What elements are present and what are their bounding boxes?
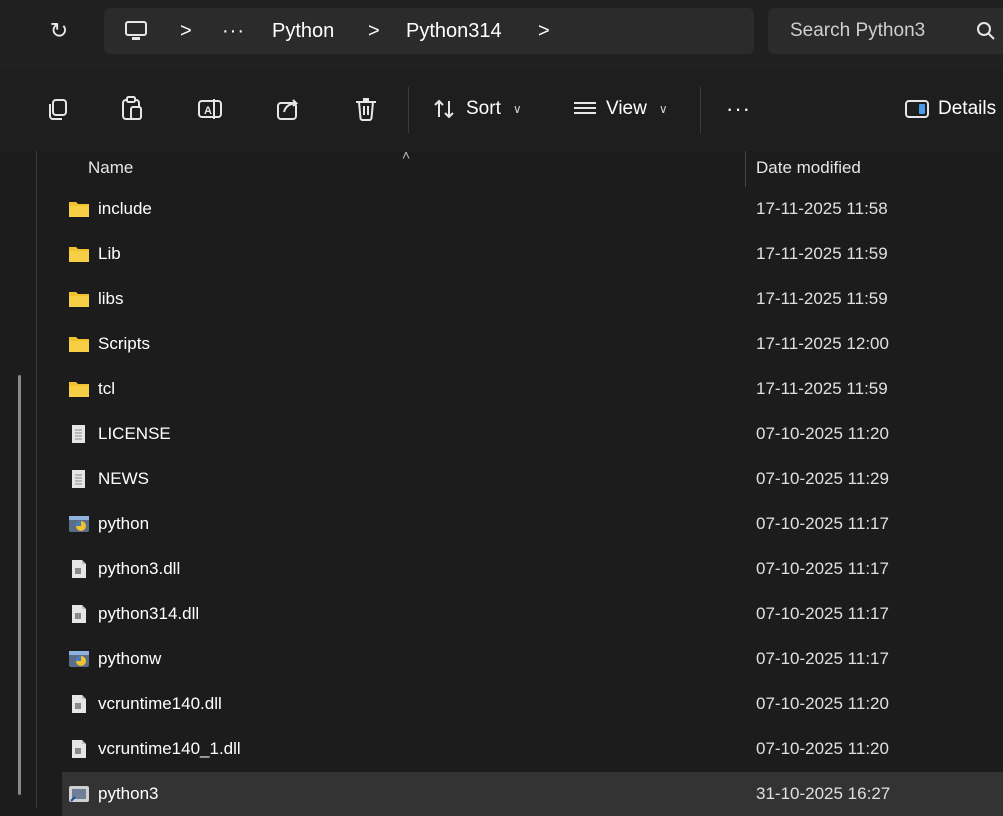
file-row[interactable]: python3.dll 07-10-2025 11:17 [62, 547, 1003, 591]
file-date-modified: 07-10-2025 11:17 [756, 514, 889, 533]
dll-file-icon [68, 739, 90, 759]
computer-icon[interactable] [124, 20, 148, 42]
file-date-modified: 07-10-2025 11:17 [756, 604, 889, 623]
file-name: vcruntime140_1.dll [98, 739, 241, 758]
dll-file-icon [68, 559, 90, 579]
file-name: pythonw [98, 649, 162, 668]
file-row[interactable]: tcl 17-11-2025 11:59 [62, 367, 1003, 411]
file-name: libs [98, 289, 124, 308]
file-date-modified: 07-10-2025 11:20 [756, 424, 889, 443]
file-name: NEWS [98, 469, 149, 488]
file-date-modified: 17-11-2025 11:59 [756, 289, 888, 308]
search-icon[interactable] [976, 20, 996, 42]
file-row[interactable]: include 17-11-2025 11:58 [62, 187, 1003, 231]
file-row[interactable]: NEWS 07-10-2025 11:29 [62, 457, 1003, 501]
file-name: include [98, 199, 152, 218]
file-date-modified: 17-11-2025 12:00 [756, 334, 889, 353]
file-name: LICENSE [98, 424, 171, 443]
copy-icon[interactable] [44, 95, 72, 123]
column-header-name[interactable]: Name [88, 151, 133, 185]
sort-icon [434, 99, 454, 119]
share-icon[interactable] [274, 95, 302, 123]
folder-icon [68, 199, 90, 219]
sort-button[interactable]: Sort ∨ [432, 93, 522, 125]
file-date-modified: 07-10-2025 11:17 [756, 649, 889, 668]
breadcrumb-separator[interactable]: > [368, 8, 380, 54]
column-separator[interactable] [745, 151, 746, 187]
file-date-modified: 07-10-2025 11:29 [756, 469, 889, 488]
address-bar[interactable]: > ··· Python > Python314 > [104, 8, 754, 54]
more-options-button[interactable]: ··· [726, 93, 751, 125]
command-bar: A Sort ∨ View ∨ ··· Details [0, 69, 1003, 152]
view-icon [574, 102, 596, 114]
navigation-pane-divider [36, 151, 37, 808]
file-row[interactable]: libs 17-11-2025 11:59 [62, 277, 1003, 321]
file-row[interactable]: Lib 17-11-2025 11:59 [62, 232, 1003, 276]
file-name: python [98, 514, 150, 533]
rename-icon[interactable]: A [196, 95, 224, 123]
column-header-date-modified[interactable]: Date modified [756, 151, 861, 185]
dll-file-icon [68, 604, 90, 624]
file-date-modified: 07-10-2025 11:17 [756, 559, 889, 578]
breadcrumb-python[interactable]: Python [272, 8, 334, 54]
refresh-icon[interactable]: ↻ [44, 16, 74, 46]
file-row[interactable]: vcruntime140_1.dll 07-10-2025 11:20 [62, 727, 1003, 771]
text-file-icon [68, 424, 90, 444]
file-name: python3.dll [98, 559, 181, 578]
breadcrumb-separator[interactable]: > [538, 8, 550, 54]
file-name: Lib [98, 244, 121, 263]
svg-text:A: A [204, 105, 212, 117]
file-row[interactable]: Scripts 17-11-2025 12:00 [62, 322, 1003, 366]
file-date-modified: 07-10-2025 11:20 [756, 694, 889, 713]
file-date-modified: 07-10-2025 11:20 [756, 739, 889, 758]
file-row[interactable]: python314.dll 07-10-2025 11:17 [62, 592, 1003, 636]
paste-icon[interactable] [118, 95, 146, 123]
address-bar-row: ↻ > ··· Python > Python314 > Search Pyth… [0, 0, 1003, 69]
chevron-down-icon: ∨ [658, 102, 668, 116]
file-row[interactable]: vcruntime140.dll 07-10-2025 11:20 [62, 682, 1003, 726]
file-row[interactable]: pythonw 07-10-2025 11:17 [62, 637, 1003, 681]
file-row[interactable]: python3 31-10-2025 16:27 [62, 772, 1003, 816]
breadcrumb-overflow[interactable]: ··· [222, 8, 245, 54]
file-row[interactable]: LICENSE 07-10-2025 11:20 [62, 412, 1003, 456]
file-list: Name ˄ Date modified include 17-11-2025 1… [0, 147, 1003, 816]
search-input[interactable]: Search Python3 [768, 8, 1003, 54]
file-name: vcruntime140.dll [98, 694, 222, 713]
search-placeholder: Search Python3 [790, 20, 926, 41]
sort-label: Sort [466, 98, 501, 119]
details-pane-icon [905, 100, 929, 118]
file-row[interactable]: python 07-10-2025 11:17 [62, 502, 1003, 546]
folder-icon [68, 334, 90, 354]
file-date-modified: 17-11-2025 11:59 [756, 244, 888, 263]
scrollbar[interactable] [18, 375, 21, 795]
text-file-icon [68, 469, 90, 489]
toolbar-divider [700, 87, 701, 133]
python-app-icon [68, 514, 90, 534]
file-date-modified: 31-10-2025 16:27 [756, 784, 891, 803]
toolbar-divider [408, 87, 409, 133]
python-app-icon [68, 649, 90, 669]
folder-icon [68, 379, 90, 399]
folder-icon [68, 244, 90, 264]
breadcrumb-separator[interactable]: > [180, 8, 192, 54]
breadcrumb-python314[interactable]: Python314 [406, 8, 502, 54]
dll-file-icon [68, 694, 90, 714]
file-name: python314.dll [98, 604, 200, 623]
folder-icon [68, 289, 90, 309]
file-name: tcl [98, 379, 115, 398]
file-date-modified: 17-11-2025 11:59 [756, 379, 888, 398]
file-date-modified: 17-11-2025 11:58 [756, 199, 888, 218]
details-label: Details [938, 98, 997, 119]
file-name: python3 [98, 784, 159, 803]
sort-ascending-icon: ˄ [402, 147, 411, 163]
details-button[interactable]: Details [904, 93, 996, 125]
file-name: Scripts [98, 334, 150, 353]
view-label: View [606, 98, 647, 119]
view-button[interactable]: View ∨ [572, 93, 668, 125]
shortcut-icon [68, 784, 90, 804]
delete-icon[interactable] [352, 95, 380, 123]
chevron-down-icon: ∨ [512, 102, 522, 116]
